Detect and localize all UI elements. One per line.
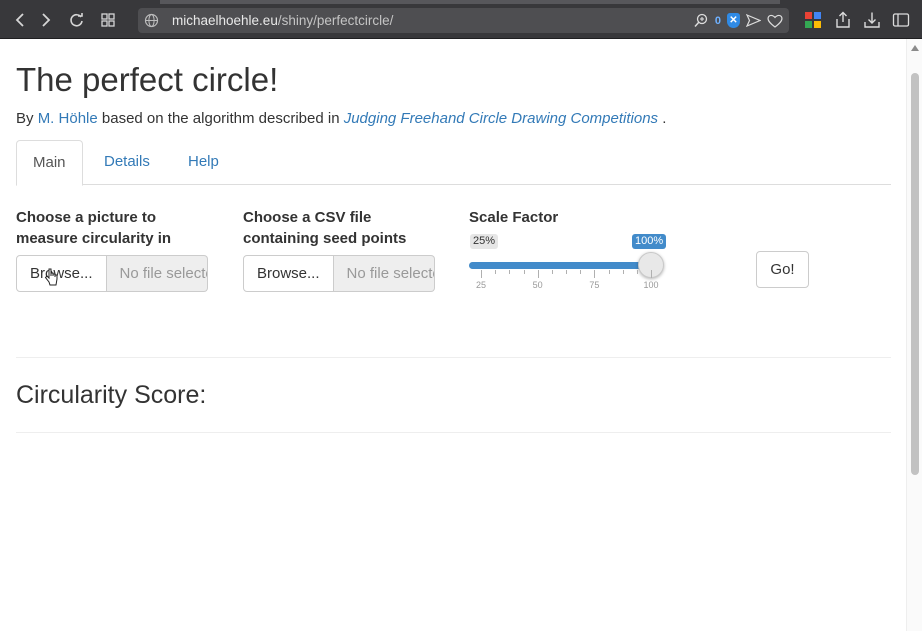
browser-toolbar: michaelhoehle.eu/shiny/perfectcircle/ 0 … bbox=[0, 0, 922, 39]
blocked-count: 0 bbox=[714, 14, 721, 27]
slider-tick bbox=[594, 270, 596, 278]
tab-bar: Main Details Help bbox=[16, 140, 891, 186]
slider-tick bbox=[537, 270, 539, 278]
picture-input-label: Choose a picture to measure circularity … bbox=[16, 207, 171, 249]
page-title: The perfect circle! bbox=[16, 61, 279, 98]
slider-tick-label: 75 bbox=[589, 280, 600, 290]
csv-label-line-2: containing seed points bbox=[243, 230, 407, 247]
slider-tick bbox=[481, 270, 482, 278]
csv-filename-field[interactable]: No file selected bbox=[333, 255, 435, 292]
slider-tick bbox=[580, 270, 582, 274]
slider-track[interactable] bbox=[469, 262, 651, 269]
slider-tick-label: 25 bbox=[475, 280, 487, 290]
slider-tick bbox=[551, 270, 553, 274]
slider-tick bbox=[509, 270, 511, 274]
tab-help[interactable]: Help bbox=[172, 140, 235, 185]
csv-label-line-1: Choose a CSV file bbox=[243, 209, 372, 226]
sidebar-toggle-icon[interactable] bbox=[892, 11, 910, 29]
slider-ticks bbox=[469, 270, 659, 278]
zoom-icon[interactable] bbox=[694, 13, 709, 28]
author-link[interactable]: M. Höhle bbox=[38, 110, 98, 127]
tab-strip bbox=[160, 0, 780, 4]
tab-overview-icon[interactable] bbox=[98, 10, 118, 30]
download-icon[interactable] bbox=[863, 11, 881, 29]
csv-file-input[interactable]: Browse... No file selected bbox=[243, 255, 435, 292]
paper-link[interactable]: Judging Freehand Circle Drawing Competit… bbox=[344, 110, 658, 127]
slider-tick bbox=[566, 270, 567, 274]
shield-icon[interactable]: ✕ bbox=[727, 13, 740, 28]
scroll-up-arrow[interactable] bbox=[911, 45, 919, 51]
tab-main[interactable]: Main bbox=[16, 140, 83, 186]
hand-cursor-icon bbox=[44, 268, 58, 286]
divider-top bbox=[16, 357, 891, 358]
go-button[interactable]: Go! bbox=[756, 251, 809, 288]
divider-bottom bbox=[16, 432, 891, 433]
circularity-score-heading: Circularity Score: bbox=[16, 381, 207, 409]
slider-tick bbox=[608, 270, 610, 274]
picture-filename-field[interactable]: No file selected bbox=[106, 255, 208, 292]
slider-tick bbox=[651, 270, 652, 278]
scrollbar-thumb[interactable] bbox=[911, 73, 919, 475]
slider-tick-label: 50 bbox=[532, 280, 543, 290]
globe-icon bbox=[144, 13, 159, 28]
picture-label-line-1: Choose a picture to bbox=[16, 209, 157, 226]
slider-fill bbox=[469, 262, 651, 269]
picture-browse-button[interactable]: Browse... bbox=[16, 255, 107, 292]
csv-input-label: Choose a CSV file containing seed points bbox=[243, 207, 406, 249]
address-bar[interactable]: michaelhoehle.eu/shiny/perfectcircle/ 0 … bbox=[138, 8, 789, 33]
slider-value-badge: 100% bbox=[632, 234, 667, 249]
url-path: /shiny/perfectcircle/ bbox=[277, 13, 394, 28]
scale-factor-slider[interactable]: 25% 100% 25 50 75 100 bbox=[469, 233, 669, 303]
url-host: michaelhoehle.eu bbox=[172, 13, 278, 28]
tab-details[interactable]: Details bbox=[88, 140, 166, 185]
csv-browse-button[interactable]: Browse... bbox=[243, 255, 334, 292]
byline: By M. Höhle based on the algorithm descr… bbox=[16, 110, 666, 127]
byline-prefix: By bbox=[16, 110, 34, 127]
slider-tick bbox=[636, 270, 638, 274]
address-bar-icons: 0 ✕ bbox=[694, 12, 783, 29]
byline-end: . bbox=[662, 110, 667, 127]
picture-label-line-2: measure circularity in bbox=[16, 230, 172, 247]
slider-tick bbox=[523, 270, 525, 274]
reload-icon[interactable] bbox=[66, 10, 86, 30]
url-text: michaelhoehle.eu/shiny/perfectcircle/ bbox=[172, 13, 393, 28]
slider-tick bbox=[622, 270, 624, 274]
slider-tick bbox=[495, 270, 497, 274]
vertical-scrollbar[interactable] bbox=[906, 39, 922, 631]
back-icon[interactable] bbox=[10, 10, 30, 30]
heart-icon[interactable] bbox=[767, 14, 783, 28]
scale-factor-label: Scale Factor bbox=[469, 209, 559, 226]
share-icon[interactable] bbox=[834, 11, 852, 29]
slider-tick-label: 100 bbox=[643, 280, 659, 290]
extension-icon[interactable] bbox=[804, 11, 822, 29]
send-icon[interactable] bbox=[746, 14, 761, 27]
forward-icon[interactable] bbox=[36, 10, 56, 30]
byline-middle: based on the algorithm described in bbox=[101, 110, 340, 127]
slider-min-badge: 25% bbox=[470, 234, 499, 249]
